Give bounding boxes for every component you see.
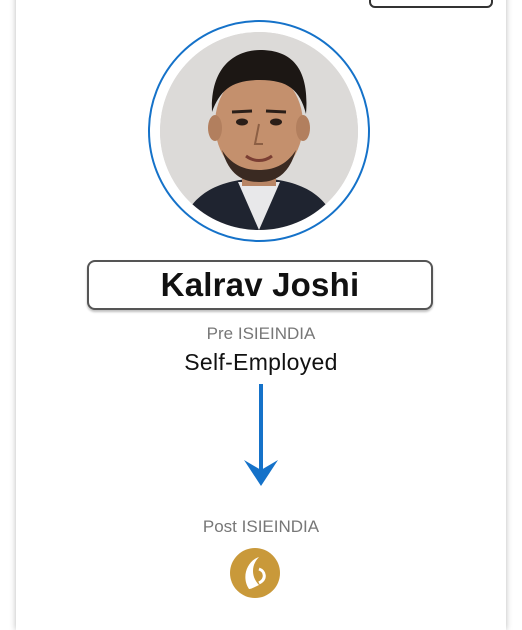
- avatar-ring: [148, 20, 370, 242]
- profile-name: Kalrav Joshi: [160, 266, 360, 303]
- avatar: [160, 32, 358, 230]
- top-tag-button[interactable]: [369, 0, 493, 8]
- name-box: Kalrav Joshi: [87, 260, 433, 310]
- reliance-logo-icon: [230, 548, 280, 598]
- arrow-down-icon: [244, 384, 278, 486]
- pre-label: Pre ISIEINDIA: [206, 324, 316, 343]
- post-label: Post ISIEINDIA: [202, 517, 320, 536]
- pre-value: Self-Employed: [184, 349, 338, 375]
